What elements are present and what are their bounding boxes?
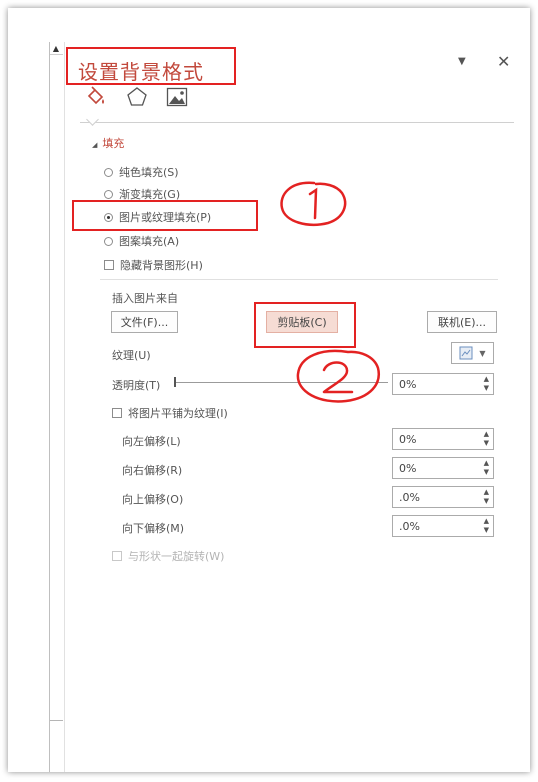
clipboard-annotation-box [254,302,356,348]
offset-top-label: 向上偏移(O) [122,493,184,506]
offset-left-label: 向左偏移(L) [122,435,181,448]
close-icon[interactable]: ✕ [497,52,510,71]
option-annotation-box [72,200,258,231]
pattern-fill-label: 图案填充(A) [119,235,180,248]
annotation-circled-one [280,181,347,226]
transparency-value[interactable]: 0% [399,378,416,391]
offset-top-spinner[interactable]: .0% ▲ ▼ [392,486,494,508]
solid-fill-radio[interactable] [104,167,113,177]
rotate-with-shape-checkbox [112,551,122,561]
picture-icon[interactable] [165,85,189,109]
file-button[interactable]: 文件(F)... [111,311,178,333]
transparency-spinner[interactable]: 0% ▲ ▼ [392,373,494,395]
scroll-up-arrow-icon[interactable]: ▲ [51,44,61,53]
spinner-arrows-icon[interactable]: ▲ ▼ [484,459,489,477]
fill-bucket-icon[interactable] [84,85,108,109]
rotate-with-shape-label: 与形状一起旋转(W) [128,550,225,563]
collapse-triangle-icon[interactable]: ◢ [92,141,97,149]
hide-background-graphics-option[interactable]: 隐藏背景图形(H) [104,257,203,273]
offset-left-value[interactable]: 0% [399,433,416,446]
pentagon-effects-icon[interactable] [125,85,149,109]
rotate-with-shape-option: 与形状一起旋转(W) [112,548,224,564]
annotation-circled-two [296,349,380,403]
gradient-fill-radio[interactable] [104,189,113,199]
texture-dropdown[interactable]: ▼ [451,342,494,364]
offset-bottom-value[interactable]: .0% [399,520,420,533]
offset-right-value[interactable]: 0% [399,462,416,475]
tile-picture-option[interactable]: 将图片平铺为纹理(I) [112,405,228,421]
offset-left-spinner[interactable]: 0% ▲ ▼ [392,428,494,450]
pane-options-chevron-icon[interactable]: ▼ [458,56,466,67]
pattern-fill-radio[interactable] [104,236,113,246]
spinner-arrows-icon[interactable]: ▲ ▼ [484,375,489,393]
transparency-slider-thumb[interactable] [174,377,176,387]
texture-swatch-icon [459,346,473,360]
online-button[interactable]: 联机(E)... [427,311,497,333]
offset-right-spinner[interactable]: 0% ▲ ▼ [392,457,494,479]
tab-divider [80,122,514,123]
insert-picture-heading: 插入图片来自 [112,292,178,305]
solid-fill-label: 纯色填充(S) [119,166,179,179]
fill-section-header[interactable]: ◢ 填充 [92,135,124,151]
offset-bottom-label: 向下偏移(M) [122,522,185,535]
offset-right-label: 向右偏移(R) [122,464,183,477]
pattern-fill-option[interactable]: 图案填充(A) [104,233,179,249]
texture-label: 纹理(U) [112,349,151,362]
chevron-down-icon: ▼ [479,348,486,358]
hide-background-label: 隐藏背景图形(H) [120,259,203,272]
tile-picture-checkbox[interactable] [112,408,122,418]
spinner-arrows-icon[interactable]: ▲ ▼ [484,488,489,506]
scrollbar-thumb[interactable] [50,54,63,721]
spinner-arrows-icon[interactable]: ▲ ▼ [484,517,489,535]
section-divider [100,279,498,280]
tile-picture-label: 将图片平铺为纹理(I) [128,407,228,420]
spinner-arrows-icon[interactable]: ▲ ▼ [484,430,489,448]
offset-top-value[interactable]: .0% [399,491,420,504]
fill-section-label: 填充 [102,137,125,150]
solid-fill-option[interactable]: 纯色填充(S) [104,164,179,180]
offset-bottom-spinner[interactable]: .0% ▲ ▼ [392,515,494,537]
hide-background-checkbox[interactable] [104,260,114,270]
title-annotation-box [66,47,236,85]
transparency-label: 透明度(T) [112,379,161,392]
vertical-scrollbar[interactable]: ▲ [49,42,65,772]
